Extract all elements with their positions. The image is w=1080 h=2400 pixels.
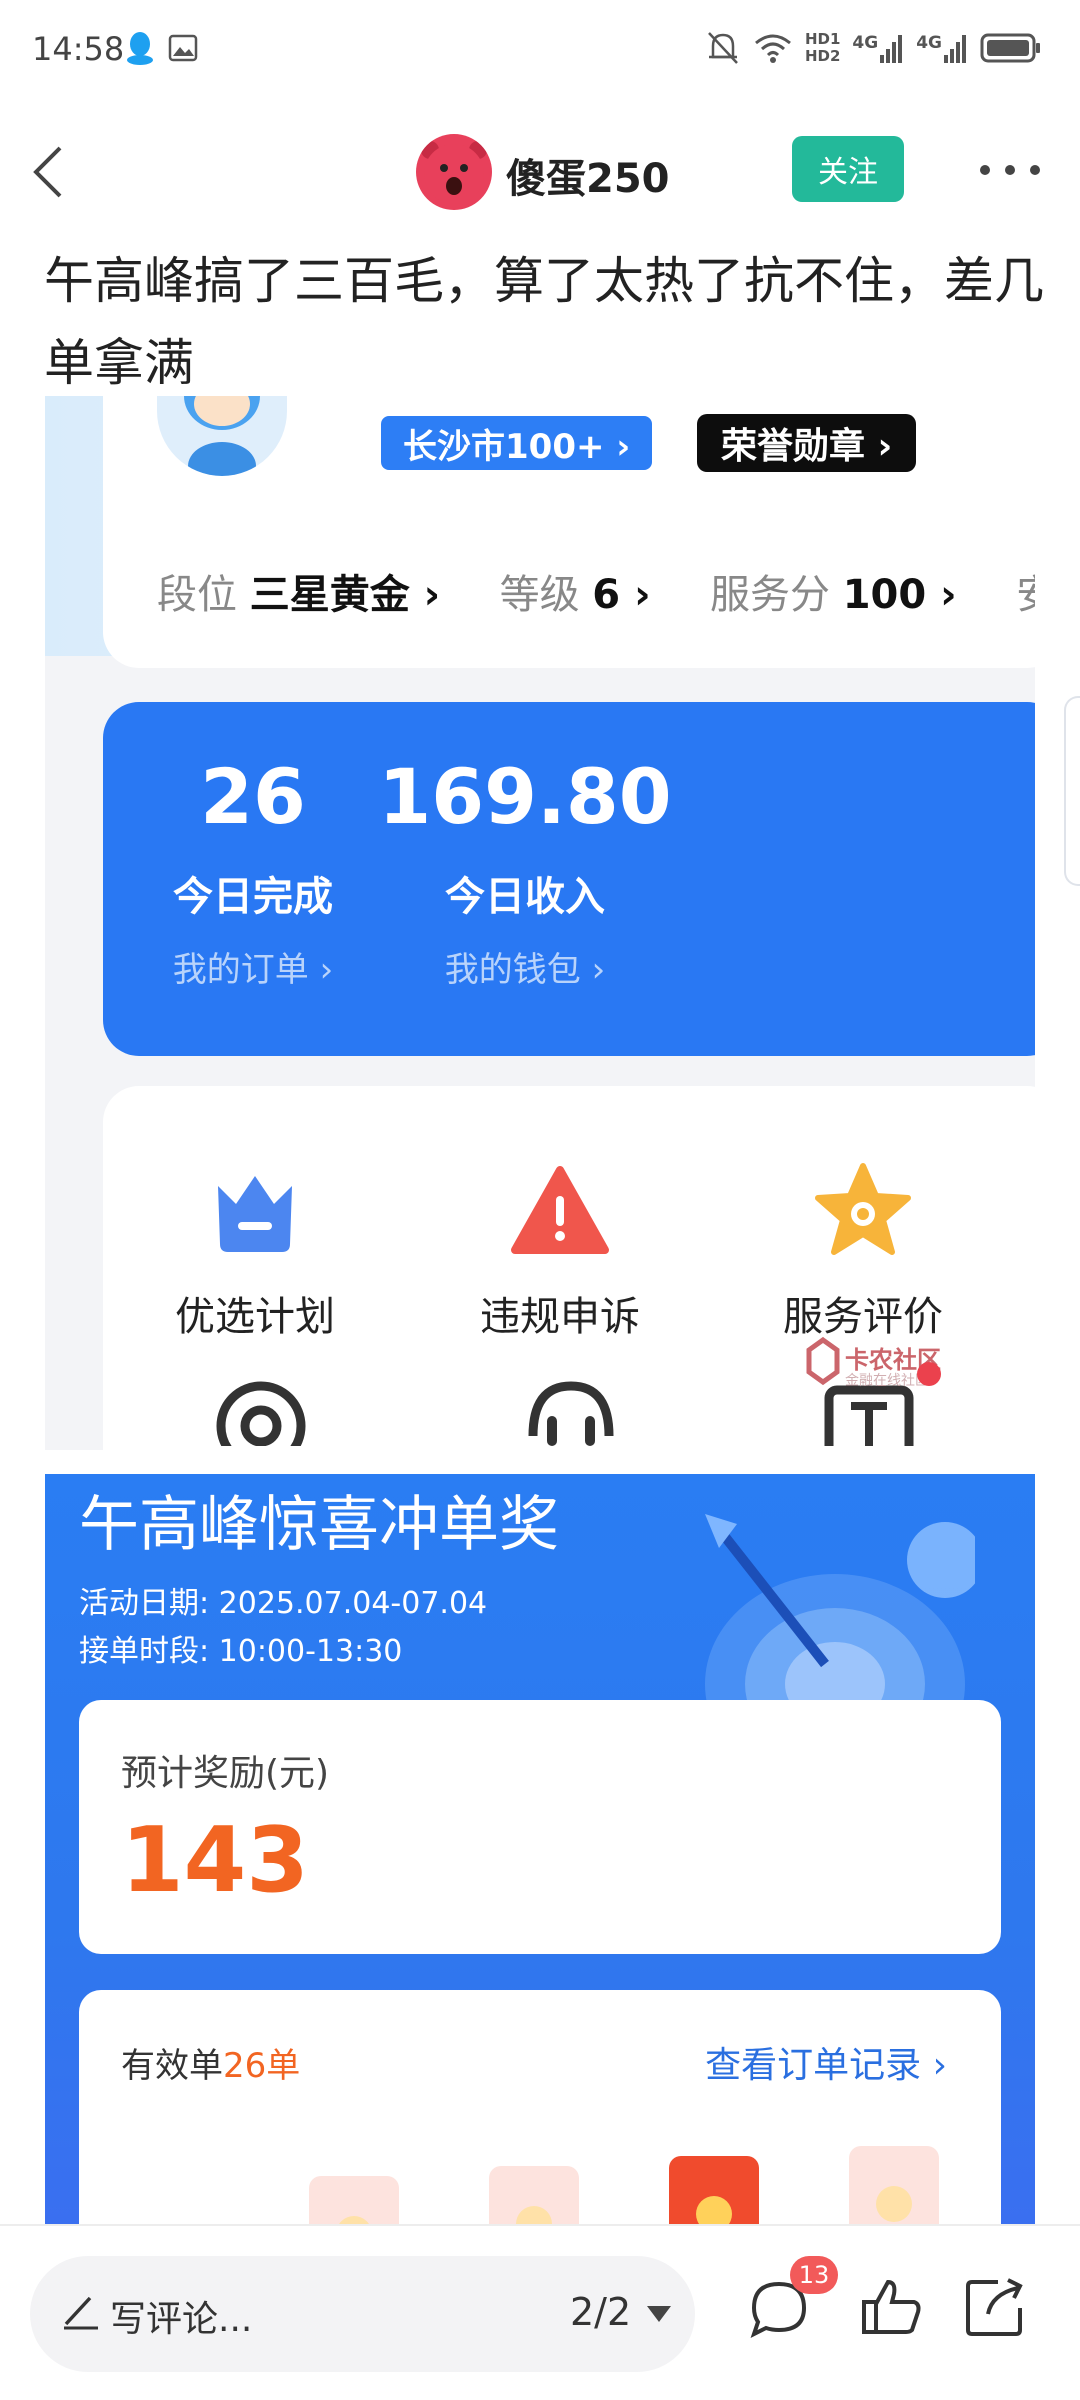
- qq-icon: [127, 32, 153, 65]
- post-image-2[interactable]: 午高峰惊喜冲单奖 活动日期: 2025.07.04-07.04 接单时段: 10…: [45, 1474, 1035, 2224]
- completed-kpi[interactable]: 26 今日完成 我的订单 ›: [103, 752, 403, 991]
- watermark: 卡农社区 金融在线社区: [805, 1336, 965, 1396]
- gallery-icon: [168, 34, 198, 62]
- status-icons: HD1 HD2 4G 4G: [705, 26, 1042, 70]
- income-value: 169.80: [378, 752, 672, 841]
- valid-orders-label: 有效单26单: [121, 2046, 301, 2086]
- order-records-link[interactable]: 查看订单记录 ›: [705, 2036, 947, 2088]
- username[interactable]: 傻蛋250: [506, 146, 670, 204]
- red-envelope-icon: [309, 2176, 399, 2224]
- comment-input[interactable]: 写评论... 2/2: [30, 2256, 695, 2372]
- warning-icon: [511, 1166, 609, 1254]
- reward-card: 预计奖励(元) 143: [79, 1700, 1001, 1954]
- comment-count-badge: 13: [790, 2256, 838, 2294]
- battery-icon: [980, 33, 1040, 63]
- completed-value: 26: [200, 752, 306, 841]
- signal-1: 4G: [852, 33, 904, 63]
- avatar-bear-icon: [421, 141, 487, 204]
- campaign-title: 午高峰惊喜冲单奖: [79, 1490, 559, 1560]
- wifi-icon: [755, 34, 791, 63]
- notification-dot: [917, 1362, 941, 1386]
- my-orders-link[interactable]: 我的订单 ›: [103, 942, 403, 991]
- valid-orders-card: 有效单26单 查看订单记录 ›: [79, 1990, 1001, 2224]
- today-summary-card: 26 今日完成 我的订单 › 169.80 今日收入 我的钱包 ›: [103, 702, 1035, 1056]
- dial-icon[interactable]: [213, 1366, 309, 1446]
- page-dropdown-icon[interactable]: [647, 2306, 671, 2322]
- crown-icon: [218, 1176, 292, 1252]
- post-title: 午高峰搞了三百毛，算了太热了抗不住，差几单拿满: [44, 252, 1044, 392]
- like-icon[interactable]: [858, 2274, 924, 2340]
- avatar[interactable]: [416, 134, 492, 210]
- pen-icon: [64, 2296, 98, 2330]
- signal-icon: [880, 35, 903, 63]
- completed-label: 今日完成: [173, 874, 333, 920]
- more-icon[interactable]: [980, 150, 1040, 190]
- reward-label: 预计奖励(元): [121, 1753, 330, 1794]
- comment-placeholder: 写评论...: [110, 2299, 253, 2340]
- headset-icon[interactable]: [523, 1366, 619, 1446]
- mute-bell-icon: [708, 32, 738, 64]
- my-wallet-link[interactable]: 我的钱包 ›: [375, 942, 675, 991]
- post-image-1[interactable]: 长沙市100+ › 荣誉勋章 › 段位 三星黄金 › 等级 6 › 服务分 10…: [45, 396, 1035, 1450]
- side-drawer-handle[interactable]: [1064, 696, 1080, 886]
- income-label: 今日收入: [445, 874, 605, 920]
- share-icon[interactable]: [962, 2274, 1028, 2340]
- target-arrow-icon: [705, 1514, 975, 1714]
- red-envelope-icon: [669, 2156, 759, 2224]
- menu-item-preferred-plan[interactable]: 优选计划: [135, 1156, 375, 1342]
- honor-badge-tag[interactable]: 荣誉勋章 ›: [697, 414, 917, 472]
- hd-indicator: HD1 HD2: [804, 30, 841, 65]
- red-envelope-icon: [489, 2166, 579, 2224]
- red-envelope-icon: [849, 2146, 939, 2224]
- menu-item-service-rating[interactable]: 服务评价: [743, 1156, 983, 1342]
- top-nav: 傻蛋250 关注: [0, 120, 1080, 220]
- follow-button[interactable]: 关注: [792, 136, 904, 202]
- signal-2: 4G: [916, 33, 968, 63]
- signal-icon: [944, 35, 966, 63]
- page-indicator[interactable]: 2/2: [570, 2290, 631, 2334]
- star-icon: [815, 1163, 911, 1255]
- bottom-bar: 写评论... 2/2 13: [0, 2224, 1080, 2400]
- status-time: 14:58: [32, 30, 125, 68]
- back-icon[interactable]: [26, 142, 70, 202]
- kanong-logo-icon: [806, 1336, 840, 1386]
- income-kpi[interactable]: 169.80 今日收入 我的钱包 ›: [375, 752, 675, 991]
- campaign-time: 接单时段: 10:00-13:30: [79, 1634, 403, 1669]
- rider-stats-row: 段位 三星黄金 › 等级 6 › 服务分 100 › 安全: [157, 572, 1035, 618]
- city-tag[interactable]: 长沙市100+ ›: [381, 416, 653, 470]
- campaign-date: 活动日期: 2025.07.04-07.04: [79, 1586, 488, 1621]
- reward-amount: 143: [121, 1808, 309, 1913]
- menu-item-appeal[interactable]: 违规申诉: [440, 1156, 680, 1342]
- status-bar: 14:58 HD1 HD2 4G 4G: [0, 0, 1080, 100]
